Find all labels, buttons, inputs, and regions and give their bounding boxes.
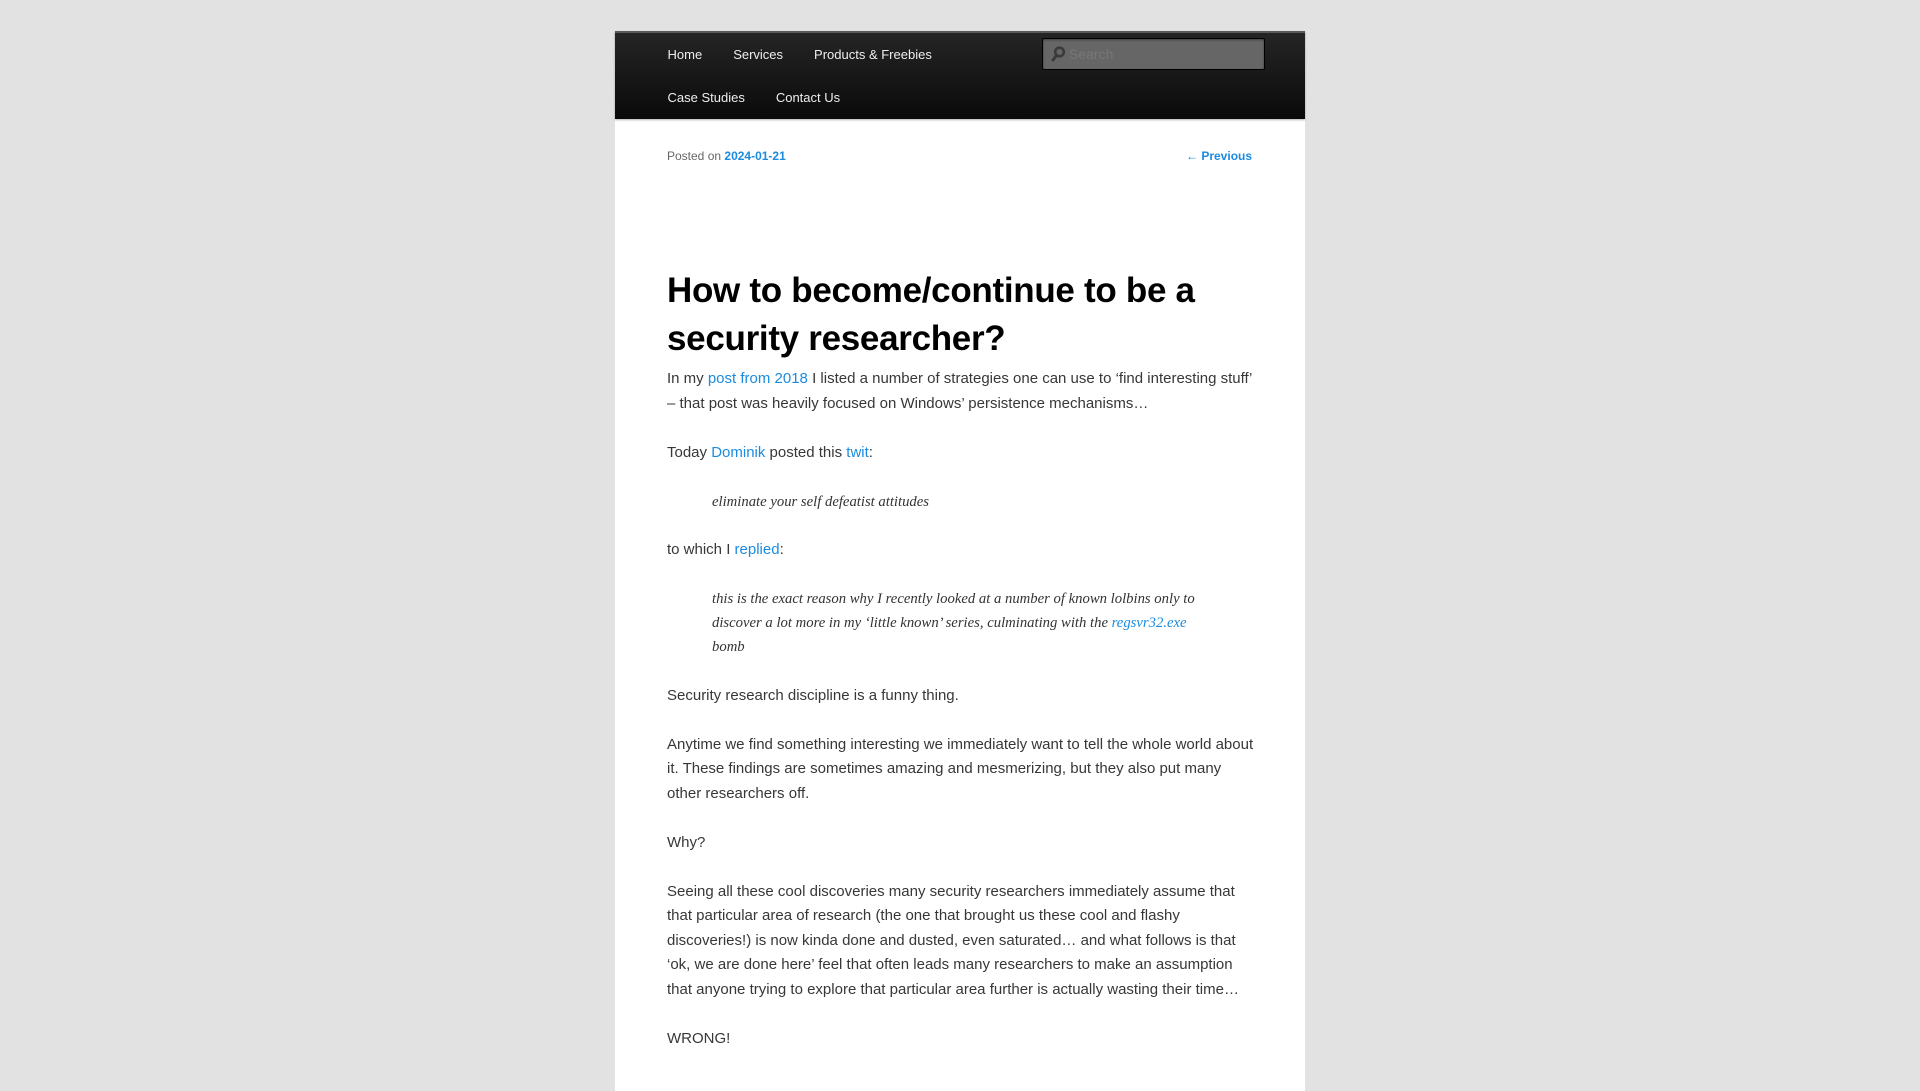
paragraph-intro: In my post from 2018 I listed a number o… — [667, 367, 1257, 416]
nav-item-home[interactable]: Home — [652, 33, 718, 76]
paragraph-wrong: WRONG! — [667, 1029, 731, 1047]
previous-post-link[interactable]: ← Previous — [1186, 149, 1252, 163]
nav-item-contact-us[interactable]: Contact Us — [760, 76, 855, 119]
regsvr32-link[interactable]: regsvr32.exe — [1112, 615, 1187, 631]
text: In my — [667, 370, 708, 387]
quote-text: eliminate your self defeatist attitudes — [712, 493, 930, 510]
page-container: Home Services Products & Freebies Case S… — [615, 31, 1305, 1091]
posted-on-label: Posted on — [667, 149, 722, 163]
search-box[interactable] — [1042, 38, 1265, 70]
twit-link[interactable]: twit — [846, 444, 869, 461]
text: to which I — [667, 541, 735, 558]
nav-item-products-freebies[interactable]: Products & Freebies — [799, 33, 948, 76]
text: Today — [667, 443, 712, 461]
entry-meta: Posted on 2024-01-21 — [667, 149, 786, 163]
search-input[interactable] — [1069, 39, 1259, 69]
site-header-nav: Home Services Products & Freebies Case S… — [615, 31, 1305, 119]
post-date-link[interactable]: 2024-01-21 — [724, 149, 785, 163]
nav-item-services[interactable]: Services — [718, 33, 799, 76]
text: posted this — [765, 443, 847, 461]
text: : — [779, 541, 784, 558]
paragraph-today: Today Dominik posted this twit: — [667, 441, 1257, 466]
search-icon — [1050, 46, 1066, 62]
text: : — [868, 443, 873, 461]
paragraph-anytime: Anytime we find something interesting we… — [667, 735, 1254, 802]
blockquote-reply: this is the exact reason why I recently … — [712, 587, 1212, 659]
post-title: How to become/continue to be a security … — [667, 271, 1195, 358]
post-content: In my post from 2018 I listed a number o… — [667, 367, 1257, 1076]
quote-text: this is the exact reason why I recently … — [712, 587, 1212, 659]
text: bomb — [712, 639, 745, 655]
dominik-link[interactable]: Dominik — [711, 444, 765, 461]
post-from-2018-link[interactable]: post from 2018 — [708, 370, 808, 387]
paragraph-why: Why? — [667, 833, 706, 851]
paragraph-reply: to which I replied: — [667, 538, 1257, 563]
replied-link[interactable]: replied — [735, 541, 780, 558]
paragraph-seeing: Seeing all these cool discoveries many s… — [667, 882, 1239, 998]
paragraph-discipline: Security research discipline is a funny … — [667, 686, 959, 704]
blockquote-dominik: eliminate your self defeatist attitudes — [712, 490, 1212, 514]
nav-item-case-studies[interactable]: Case Studies — [652, 76, 760, 119]
